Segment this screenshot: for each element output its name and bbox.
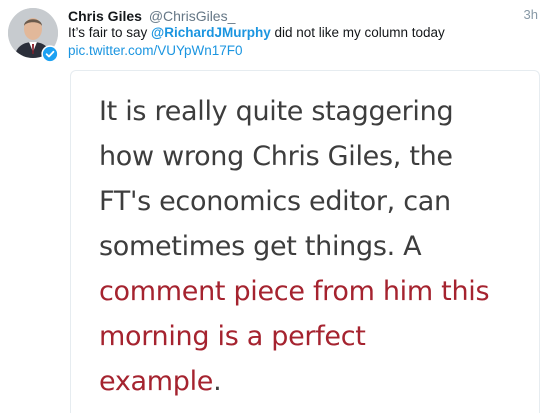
quote-line-2: how wrong Chris Giles, the [99,141,453,172]
author-name[interactable]: Chris Giles [68,8,142,24]
tweet-timestamp[interactable]: 3h [524,7,538,22]
quote-line-7-text: example [99,366,214,397]
quote-text: It is really quite staggering how wrong … [99,89,535,404]
quote-line-7-tail: . [213,366,222,397]
tweet-text-before: It’s fair to say [68,25,152,40]
media-image[interactable]: It is really quite staggering how wrong … [70,70,540,413]
pic-link[interactable]: pic.twitter.com/VUYpWn17F0 [68,42,243,60]
tweet-text-after: did not like my column today [270,25,445,40]
author-handle[interactable]: @ChrisGiles_ [149,8,236,24]
tweet[interactable]: Chris Giles @ChrisGiles_ 3h It’s fair to… [0,0,550,413]
quote-line-4: sometimes get things. A [99,231,422,262]
quote-line-5: comment piece from him this [99,276,490,307]
verified-badge-icon [41,45,59,63]
quote-line-7: example. [99,359,535,404]
tweet-text: It’s fair to say @RichardJMurphy did not… [68,24,530,42]
quote-line-3: FT's economics editor, can [99,186,451,217]
quote-line-1: It is really quite staggering [99,96,454,127]
mention-link[interactable]: @RichardJMurphy [151,25,271,40]
tweet-header: Chris Giles @ChrisGiles_ [68,7,538,25]
quote-line-6: morning is a perfect [99,321,366,352]
